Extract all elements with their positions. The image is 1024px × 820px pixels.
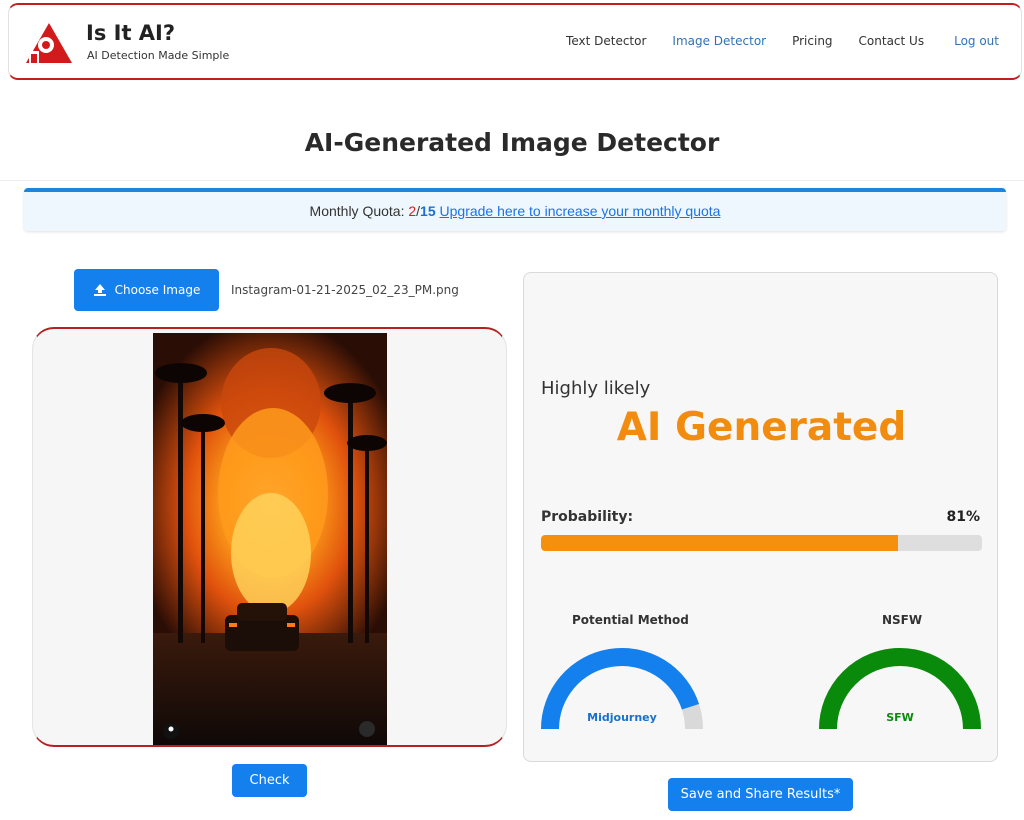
logo-icon[interactable]	[24, 21, 74, 65]
upload-icon	[93, 284, 106, 296]
nsfw-gauge-title: NSFW	[882, 613, 923, 627]
nav-log-out[interactable]: Log out	[954, 34, 999, 48]
brand-title[interactable]: Is It AI?	[86, 21, 175, 45]
quota-used: 2	[408, 203, 417, 219]
image-preview	[32, 327, 507, 747]
probability-label: Probability:	[541, 509, 634, 525]
nav-image-detector[interactable]: Image Detector	[672, 34, 766, 48]
verdict-text: AI Generated	[616, 405, 907, 450]
selected-filename: Instagram-01-21-2025_02_23_PM.png	[231, 283, 459, 297]
nav-pricing[interactable]: Pricing	[792, 34, 832, 48]
result-card: Highly likely AI Generated Probability: …	[523, 272, 998, 762]
choose-image-label: Choose Image	[114, 283, 201, 297]
nav-contact-us[interactable]: Contact Us	[859, 34, 925, 48]
method-value: Midjourney	[587, 711, 657, 724]
main-nav: Text Detector Image Detector Pricing Con…	[540, 34, 999, 48]
probability-value: 81%	[946, 509, 980, 525]
brand-subtitle: AI Detection Made Simple	[87, 49, 230, 62]
method-gauge-title: Potential Method	[572, 613, 689, 627]
nav-text-detector[interactable]: Text Detector	[566, 34, 646, 48]
save-share-button[interactable]: Save and Share Results*	[668, 778, 853, 811]
likelihood-text: Highly likely	[541, 378, 651, 399]
divider	[0, 180, 1024, 181]
choose-image-button[interactable]: Choose Image	[74, 269, 219, 311]
probability-bar-fill	[541, 535, 899, 551]
uploaded-photo	[153, 333, 387, 745]
site-header: Is It AI? AI Detection Made Simple Text …	[8, 3, 1022, 80]
upgrade-link[interactable]: Upgrade here to increase your monthly qu…	[440, 203, 721, 219]
quota-banner: Monthly Quota: 2/15 Upgrade here to incr…	[24, 188, 1006, 231]
quota-label: Monthly Quota:	[309, 203, 409, 219]
nsfw-value: SFW	[886, 711, 914, 724]
check-button[interactable]: Check	[232, 764, 307, 797]
page-title: AI-Generated Image Detector	[304, 128, 720, 157]
probability-bar	[541, 535, 982, 551]
quota-total: 15	[420, 203, 436, 219]
